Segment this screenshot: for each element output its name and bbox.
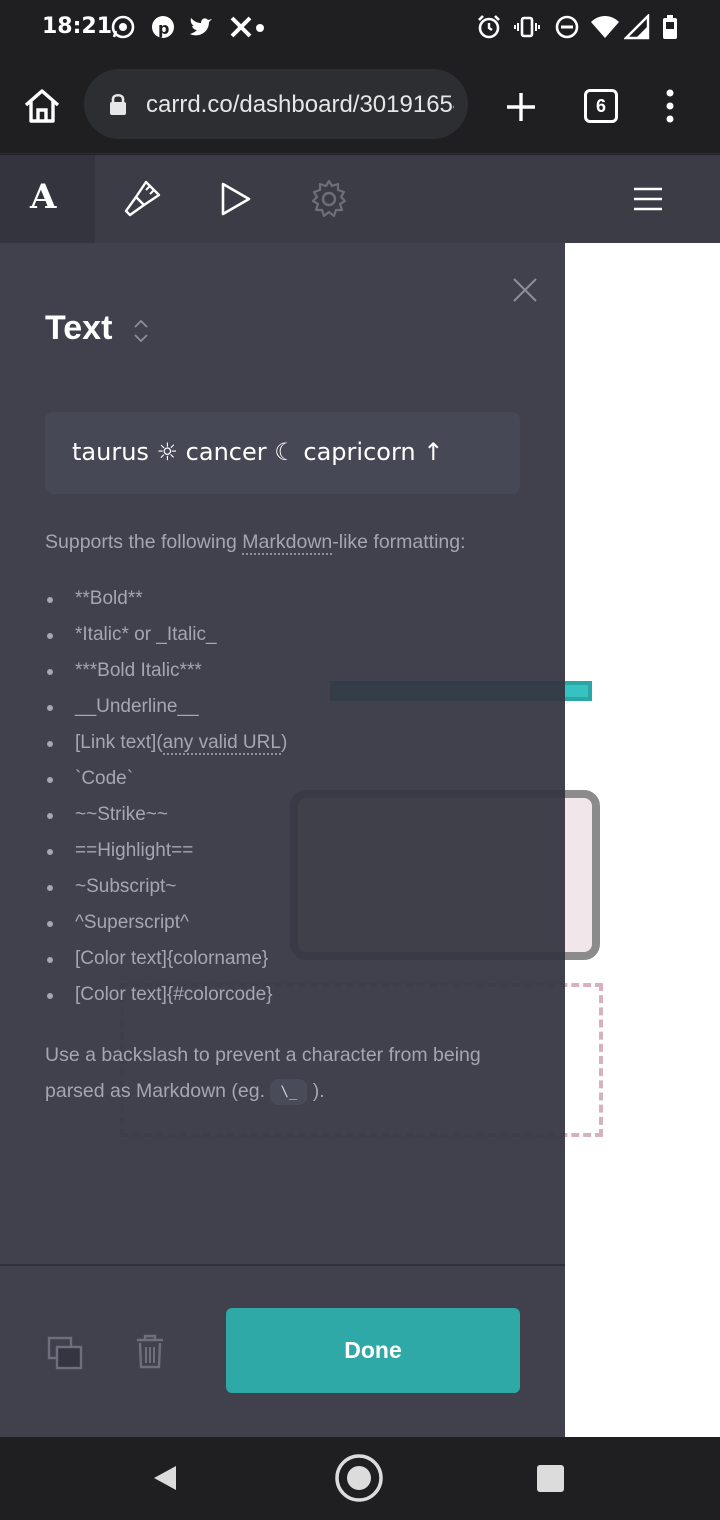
trash-icon[interactable]: [135, 1333, 165, 1369]
close-icon[interactable]: [512, 277, 538, 303]
carrd-editor: A Text taurus ☼ cancer ☾ capricorn ↑ Sup…: [0, 155, 720, 1437]
format-link-prefix: [Link text](: [75, 732, 163, 753]
whatsapp-icon: [111, 15, 135, 39]
home-icon[interactable]: [22, 86, 62, 126]
signal-icon: [624, 14, 650, 40]
format-underline: __Underline__: [45, 695, 287, 731]
notification-dot: [256, 24, 264, 32]
battery-icon: [663, 15, 677, 39]
text-tool-icon[interactable]: A: [30, 177, 56, 217]
format-highlight: ==Highlight==: [45, 839, 287, 875]
text-content-input[interactable]: taurus ☼ cancer ☾ capricorn ↑: [45, 412, 520, 494]
done-button[interactable]: Done: [226, 1308, 520, 1393]
markdown-link[interactable]: Markdown: [242, 531, 333, 555]
play-icon[interactable]: [213, 177, 257, 221]
markdown-help-intro: Supports the following Markdown-like for…: [45, 531, 466, 555]
pinterest-icon: p: [152, 16, 174, 38]
svg-text:p: p: [158, 19, 169, 38]
panel-title: Text: [45, 309, 113, 347]
format-bold-italic: ***Bold Italic***: [45, 659, 287, 695]
x-icon: [230, 16, 252, 38]
twitter-icon: [190, 18, 212, 36]
markdown-help-outro: Use a backslash to prevent a character f…: [45, 1037, 545, 1109]
element-switch-chevrons-icon[interactable]: [132, 317, 150, 345]
text-element-panel: Text taurus ☼ cancer ☾ capricorn ↑ Suppo…: [0, 243, 565, 1437]
do-not-disturb-icon: [555, 15, 579, 39]
editor-toolbar: A: [0, 155, 720, 243]
vibrate-icon: [514, 16, 540, 38]
format-italic: *Italic* or _Italic_: [45, 623, 287, 659]
alarm-icon: [478, 15, 500, 39]
address-bar[interactable]: carrd.co/dashboard/301916544: [84, 69, 468, 139]
status-time: 18:21: [42, 14, 113, 39]
panel-divider: [0, 1264, 565, 1266]
hamburger-menu-icon[interactable]: [626, 177, 670, 221]
format-color-name: [Color text]{colorname}: [45, 947, 287, 983]
format-color-code: [Color text]{#colorcode}: [45, 983, 287, 1019]
duplicate-icon[interactable]: [47, 1336, 83, 1370]
formatting-list: **Bold** *Italic* or _Italic_ ***Bold It…: [45, 587, 287, 1019]
wifi-icon: [591, 16, 619, 38]
format-bold: **Bold**: [45, 587, 287, 623]
format-link-url: any valid URL: [162, 732, 281, 755]
new-tab-icon[interactable]: [504, 90, 538, 124]
format-link-suffix: ): [280, 732, 288, 753]
browser-toolbar: carrd.co/dashboard/301916544 6: [0, 56, 720, 154]
status-bar: 18:21 p: [0, 0, 720, 56]
format-subscript: ~Subscript~: [45, 875, 287, 911]
text-content-value: taurus ☼ cancer ☾ capricorn ↑: [72, 438, 444, 466]
brush-icon[interactable]: [120, 177, 164, 221]
more-options-icon[interactable]: [662, 88, 678, 124]
recent-apps-icon[interactable]: [537, 1465, 564, 1492]
help-outro-text: Use a backslash to prevent a character f…: [45, 1044, 481, 1102]
help-outro-suffix: ).: [312, 1080, 325, 1102]
help-intro-text: Supports the following: [45, 531, 243, 553]
format-superscript: ^Superscript^: [45, 911, 287, 947]
format-code: `Code`: [45, 767, 287, 803]
back-icon[interactable]: [152, 1464, 180, 1492]
gear-icon[interactable]: [307, 177, 351, 221]
lock-icon: [110, 93, 126, 115]
format-link: [Link text](any valid URL): [45, 731, 287, 767]
url-text: carrd.co/dashboard/301916544: [146, 91, 454, 118]
format-strike: ~~Strike~~: [45, 803, 287, 839]
backslash-code-example: \_: [270, 1078, 308, 1105]
help-intro-suffix: -like formatting:: [332, 531, 466, 553]
home-nav-icon[interactable]: [334, 1453, 384, 1503]
system-nav-bar: [0, 1437, 720, 1520]
tab-switcher-button[interactable]: 6: [584, 89, 618, 123]
